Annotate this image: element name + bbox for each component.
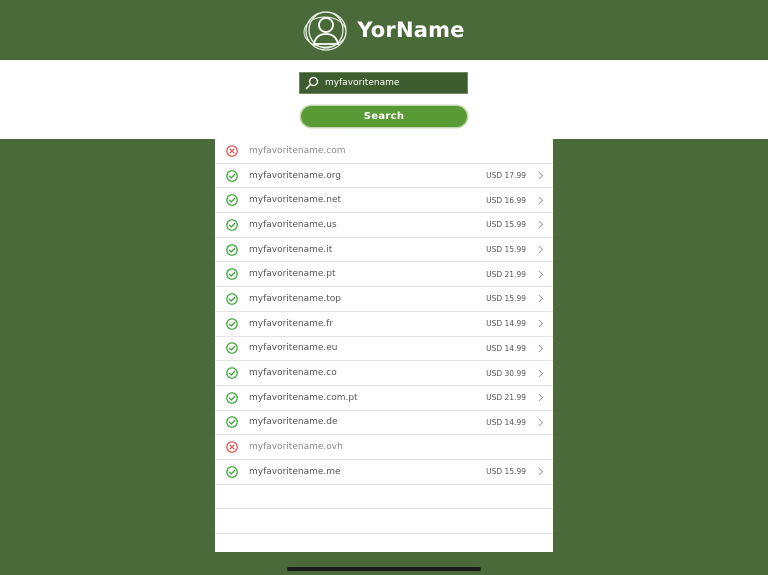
search-input[interactable] [325,78,465,88]
check-circle-icon [226,416,238,429]
domain-price: USD 14.99 [486,417,526,427]
check-circle-icon [226,219,238,231]
app-header: YorName [0,0,768,60]
check-circle-icon [226,293,238,305]
domain-result-row: myfavoritename.com [215,139,553,164]
x-circle-icon [226,441,238,453]
domain-price: USD 14.99 [486,343,526,353]
domain-price: USD 17.99 [486,171,526,181]
chevron-right-icon [538,369,544,377]
check-circle-icon [226,194,238,207]
domain-price: USD 15.99 [486,220,526,230]
domain-result-row[interactable]: myfavoritename.de USD 14.99 [215,411,553,436]
domain-result-row[interactable]: myfavoritename.us USD 15.99 [215,213,553,238]
domain-name: myfavoritename.com [249,145,346,156]
domain-result-row[interactable]: myfavoritename.co USD 30.99 [215,361,553,386]
empty-row [215,509,553,534]
domain-name: myfavoritename.us [249,219,337,230]
domain-price: USD 30.99 [486,368,526,378]
x-circle-icon [226,145,238,157]
check-circle-icon [226,465,238,478]
domain-name: myfavoritename.fr [249,318,334,329]
domain-price: USD 16.99 [486,195,526,205]
domain-result-row[interactable]: myfavoritename.it USD 15.99 [215,238,553,263]
domain-name: myfavoritename.co [249,368,337,379]
chevron-right-icon [538,221,544,229]
chevron-right-icon [538,245,544,254]
chevron-right-icon [538,270,544,279]
domain-results-list: myfavoritename.com myfavoritename.org USD … [215,139,553,552]
search-field[interactable] [299,72,468,94]
check-circle-icon [226,268,238,281]
domain-price: USD 15.99 [486,294,526,304]
domain-name: myfavoritename.me [249,466,341,477]
domain-price: USD 21.99 [486,393,526,403]
domain-name: myfavoritename.org [249,170,342,181]
chevron-right-icon [538,171,544,180]
brand-name: YorName [357,18,465,42]
search-button[interactable]: Search [301,106,467,127]
check-circle-icon [226,391,238,404]
domain-price: USD 21.99 [486,269,526,279]
domain-result-row[interactable]: myfavoritename.top USD 15.99 [215,287,553,312]
check-circle-icon [226,342,238,355]
domain-name: myfavoritename.it [249,244,333,255]
check-circle-icon [226,169,238,182]
domain-name: myfavoritename.eu [249,343,338,354]
home-indicator [287,567,481,571]
chevron-right-icon [538,418,544,427]
domain-result-row[interactable]: myfavoritename.com.pt USD 21.99 [215,386,553,411]
domain-result-row[interactable]: myfavoritename.org USD 17.99 [215,164,553,189]
domain-name: myfavoritename.net [249,195,342,206]
domain-name: myfavoritename.de [249,417,338,428]
chevron-right-icon [538,393,544,402]
chevron-right-icon [538,344,544,353]
search-icon [305,76,319,90]
check-circle-icon [226,317,238,330]
domain-result-row[interactable]: myfavoritename.eu USD 14.99 [215,337,553,362]
domain-price: USD 14.99 [486,319,526,329]
domain-result-row: myfavoritename.ovh [215,435,553,460]
domain-price: USD 15.99 [486,245,526,255]
chevron-right-icon [538,196,544,205]
check-circle-icon [226,243,238,256]
domain-name: myfavoritename.pt [249,269,336,280]
check-circle-icon [226,367,238,379]
chevron-right-icon [538,467,544,476]
domain-result-row[interactable]: myfavoritename.pt USD 21.99 [215,262,553,288]
empty-row [215,485,553,510]
domain-name: myfavoritename.ovh [249,442,343,453]
person-circle-logo-icon [303,11,347,51]
domain-name: myfavoritename.com.pt [249,392,358,403]
domain-result-row[interactable]: myfavoritename.fr USD 14.99 [215,312,553,337]
chevron-right-icon [538,295,544,303]
domain-result-row[interactable]: myfavoritename.net USD 16.99 [215,188,553,214]
brand-logo: YorName [303,7,464,53]
search-section: Search [0,60,768,139]
chevron-right-icon [538,319,544,328]
domain-result-row[interactable]: myfavoritename.me USD 15.99 [215,460,553,485]
domain-name: myfavoritename.top [249,293,342,304]
domain-price: USD 15.99 [486,467,526,477]
